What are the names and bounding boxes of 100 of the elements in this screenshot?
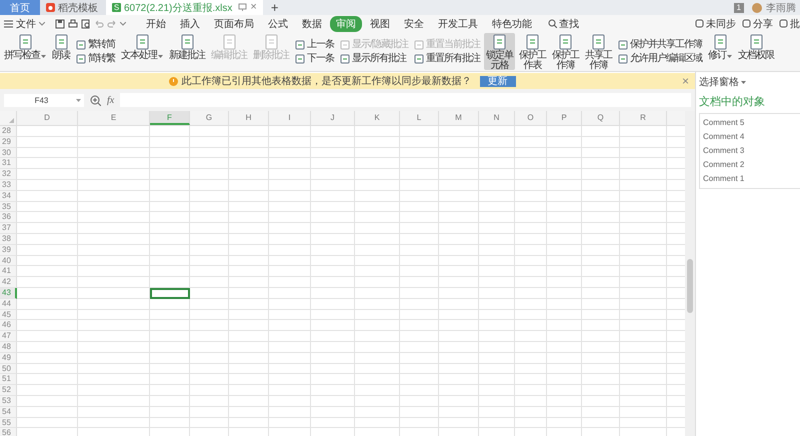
row-header[interactable]: 32 <box>0 169 17 180</box>
row-header[interactable]: 29 <box>0 136 17 148</box>
column-header[interactable]: O <box>515 111 547 125</box>
ribbon-button[interactable]: 拼写检查 <box>2 33 48 70</box>
tab-label: 首页 <box>10 2 30 14</box>
user-name[interactable]: 李雨腾 <box>766 0 796 14</box>
scrollbar[interactable] <box>685 111 695 436</box>
object-item[interactable]: Comment 2 <box>700 158 800 172</box>
toolbar-button[interactable]: 批 <box>779 16 800 30</box>
close-button[interactable]: × <box>682 74 690 88</box>
ribbon-button[interactable]: 修订 <box>706 33 734 70</box>
column-header[interactable]: M <box>439 111 479 125</box>
row-header[interactable]: 39 <box>0 244 17 256</box>
row-header[interactable]: 52 <box>0 385 17 396</box>
ribbon-button[interactable]: 允许用户编辑区域 <box>616 53 704 64</box>
column-header[interactable]: H <box>229 111 269 125</box>
ribbon-button[interactable]: 文本处理 <box>119 33 165 70</box>
ribbon-button[interactable]: 文档权限 <box>736 33 776 70</box>
row-header[interactable]: 38 <box>0 234 17 245</box>
row-header[interactable]: 44 <box>0 298 17 310</box>
update-button[interactable]: 更新 <box>480 76 516 86</box>
object-item[interactable]: Comment 1 <box>700 172 800 186</box>
ribbon-button[interactable]: 上一条 <box>293 39 336 50</box>
ribbon-button[interactable]: 简转繁 <box>74 53 117 64</box>
row-header[interactable]: 56 <box>0 428 17 436</box>
row-header[interactable]: 30 <box>0 148 17 158</box>
column-header[interactable]: G <box>190 111 229 125</box>
row-header[interactable]: 46 <box>0 320 17 332</box>
row-header[interactable]: 49 <box>0 352 17 364</box>
row-header[interactable]: 40 <box>0 256 17 266</box>
row-header[interactable]: 50 <box>0 364 17 374</box>
row-header[interactable]: 43 <box>0 288 17 299</box>
file-menu[interactable]: 文件 <box>4 16 45 30</box>
document-tab[interactable]: 稻壳模板 <box>40 0 106 15</box>
row-header[interactable]: 48 <box>0 342 17 353</box>
row-header[interactable]: 42 <box>0 277 17 288</box>
column-header[interactable]: K <box>355 111 400 125</box>
object-item[interactable]: Comment 5 <box>700 116 800 130</box>
caret-icon <box>41 55 46 58</box>
search-button[interactable]: 查找 <box>548 16 579 30</box>
ribbon-button[interactable]: 显示所有批注 <box>338 53 410 64</box>
row-header[interactable]: 41 <box>0 266 17 278</box>
row-header[interactable]: 54 <box>0 406 17 418</box>
ribbon-button[interactable]: 锁定单元格 <box>484 33 515 70</box>
column-header[interactable]: R <box>620 111 667 125</box>
ribbon-button[interactable]: 保护并共享工作簿 <box>616 39 704 50</box>
row-header[interactable]: 45 <box>0 310 17 320</box>
row-header[interactable]: 36 <box>0 212 17 224</box>
object-item[interactable]: Comment 4 <box>700 130 800 144</box>
row-header[interactable]: 47 <box>0 331 17 342</box>
row-header[interactable]: 34 <box>0 190 17 202</box>
avatar[interactable] <box>752 2 762 12</box>
column-header[interactable]: L <box>400 111 439 125</box>
ribbon-button[interactable]: 朗读 <box>50 33 72 70</box>
toolbar-button[interactable]: 未同步 <box>695 16 736 30</box>
column-header[interactable]: D <box>17 111 78 125</box>
menu-tab[interactable]: 插入 <box>174 16 206 32</box>
row-header[interactable]: 35 <box>0 202 17 212</box>
row-header[interactable]: 53 <box>0 396 17 407</box>
column-header[interactable]: J <box>311 111 355 125</box>
ribbon-button[interactable]: 共享工作簿 <box>582 33 614 70</box>
menu-tab[interactable]: 公式 <box>262 16 294 32</box>
zoom-icon <box>90 94 101 106</box>
menu-tab[interactable]: 安全 <box>398 16 430 32</box>
menu-tab[interactable]: 数据 <box>296 16 328 32</box>
row-header[interactable]: 37 <box>0 223 17 234</box>
column-header[interactable]: P <box>547 111 582 125</box>
ribbon-button[interactable]: 下一条 <box>293 53 336 64</box>
menu-tab[interactable]: 审阅 <box>330 16 362 32</box>
close-button[interactable]: × <box>250 2 257 13</box>
menu-tab[interactable]: 页面布局 <box>208 16 260 32</box>
row-header[interactable]: 33 <box>0 180 17 191</box>
ribbon-button[interactable]: 保护工作表 <box>516 33 548 70</box>
ribbon-button[interactable]: 繁转简 <box>74 39 117 50</box>
menu-tab[interactable]: 开始 <box>140 16 172 32</box>
name-box[interactable]: F43 <box>4 94 84 106</box>
pane-title[interactable]: 选择窗格 <box>696 72 800 92</box>
toolbar-button[interactable]: 分享 <box>742 16 773 30</box>
column-header[interactable]: N <box>479 111 515 125</box>
menu-tab[interactable]: 视图 <box>364 16 396 32</box>
object-item[interactable]: Comment 3 <box>700 144 800 158</box>
row-header[interactable]: 55 <box>0 418 17 428</box>
row-header[interactable]: 31 <box>0 158 17 170</box>
column-header[interactable]: F <box>150 111 190 125</box>
monitor-icon <box>238 3 248 12</box>
row-header[interactable]: 51 <box>0 374 17 386</box>
new-tab-button[interactable]: + <box>270 1 278 14</box>
selected-cell[interactable] <box>150 288 190 299</box>
column-header[interactable]: I <box>269 111 311 125</box>
count-badge: 1 <box>734 2 744 12</box>
row-header[interactable]: 28 <box>0 126 17 137</box>
ribbon-button[interactable]: 重置所有批注 <box>412 53 482 64</box>
ribbon-button[interactable]: 新建批注 <box>167 33 207 70</box>
ribbon-button[interactable]: 保护工作簿 <box>550 33 581 70</box>
column-header[interactable]: Q <box>582 111 620 125</box>
menu-tab[interactable]: 特色功能 <box>486 16 538 32</box>
document-tab[interactable]: S 6072(2.21)分送重报.xlsx × <box>106 0 263 15</box>
function-button[interactable]: fx <box>107 94 114 106</box>
document-tab[interactable]: 首页 <box>0 0 40 15</box>
menu-tab[interactable]: 开发工具 <box>432 16 484 32</box>
